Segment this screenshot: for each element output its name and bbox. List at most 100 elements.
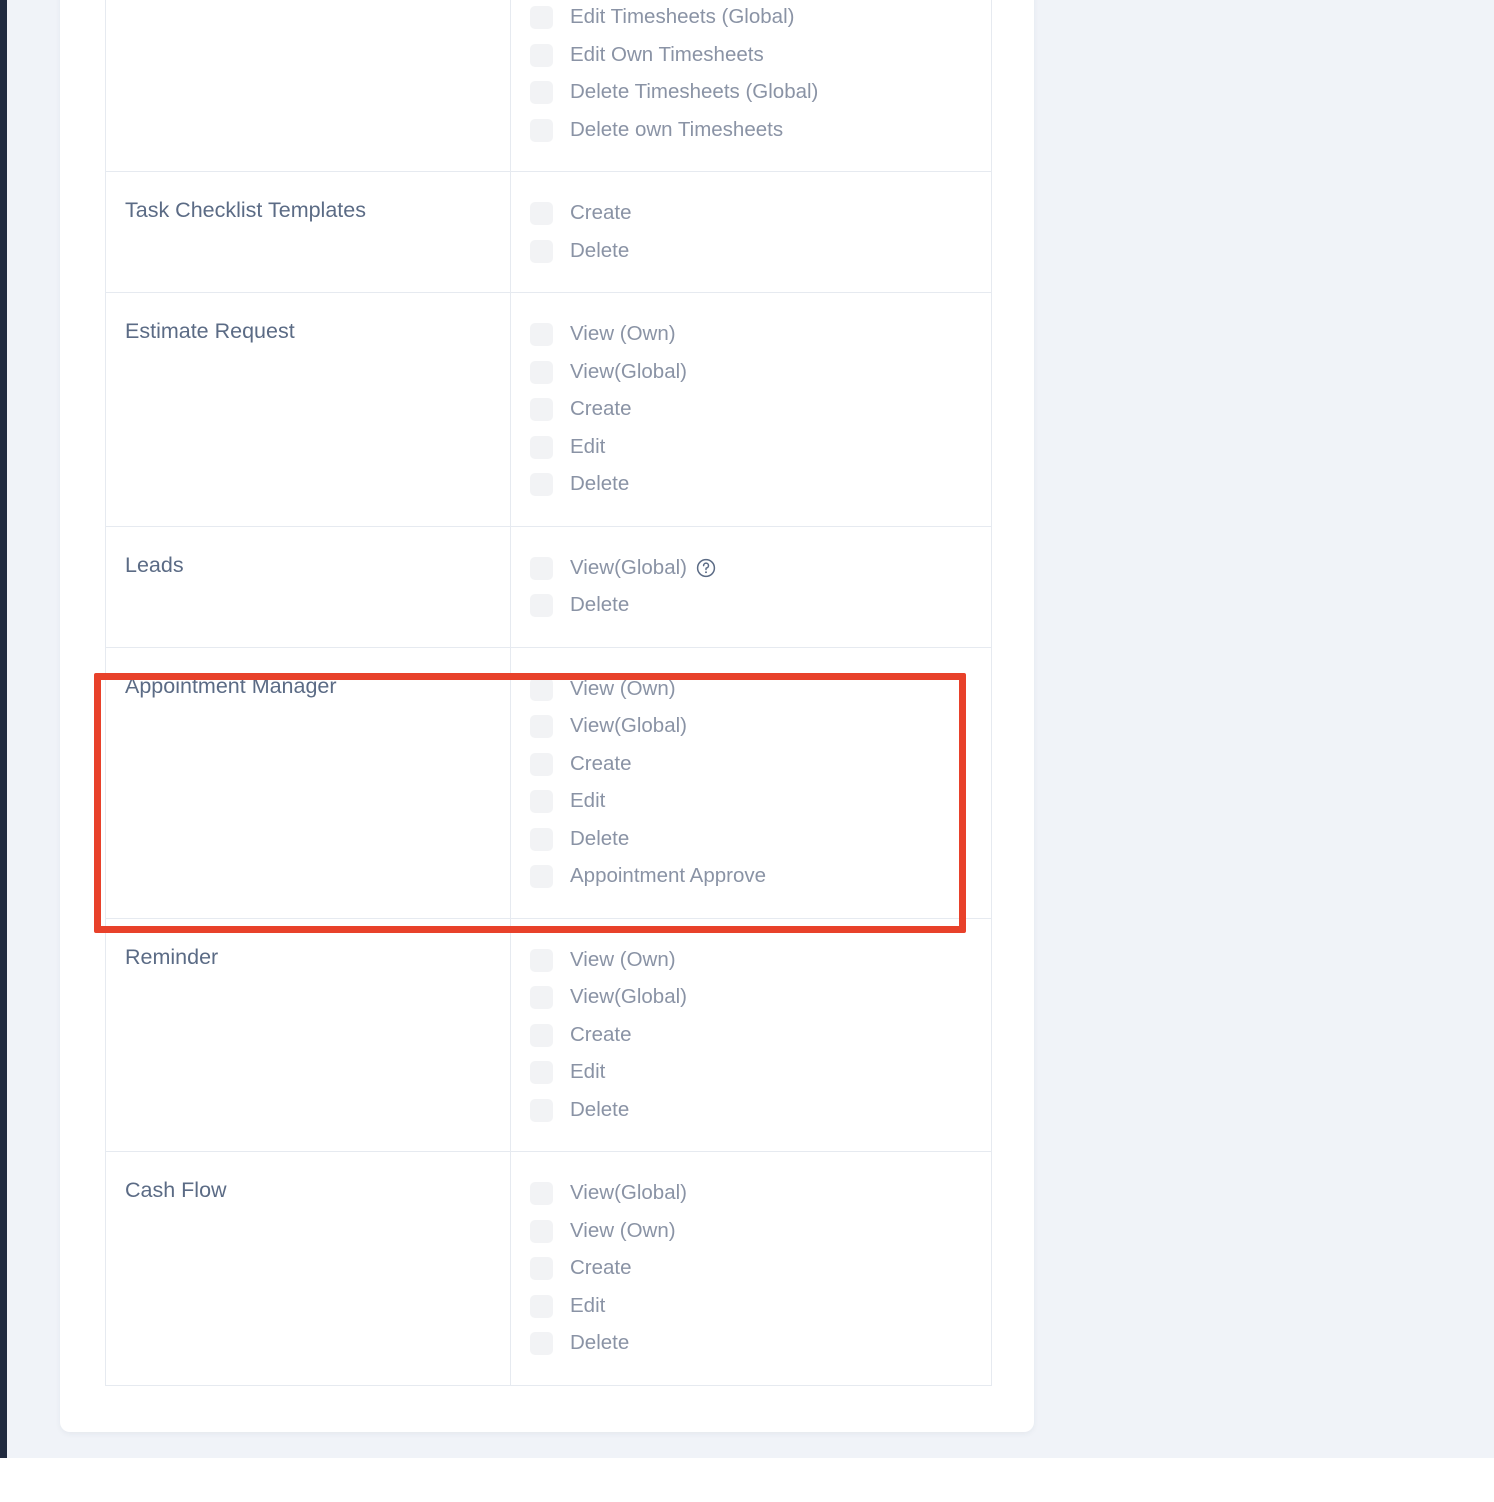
module-name-cell: Appointment Manager	[106, 647, 511, 918]
permissions-cell: View(Global) Delete	[511, 526, 992, 647]
permission-checkbox[interactable]	[530, 557, 553, 580]
permission-row: Delete own Timesheets	[530, 112, 991, 150]
permission-row: Edit	[530, 1288, 991, 1326]
permission-row: Delete	[530, 466, 991, 504]
permission-label: Delete	[570, 1098, 629, 1123]
module-name: Task Checklist Templates	[125, 198, 510, 224]
permission-label: View(Global)	[570, 360, 687, 385]
permission-row: Create	[530, 746, 991, 784]
permission-row: Create	[530, 391, 991, 429]
permissions-card: Edit Delete Edit Timesheets (Global) Edit O…	[60, 0, 1034, 1432]
permission-row: Edit Own Timesheets	[530, 37, 991, 75]
permission-label: Delete	[570, 827, 629, 852]
module-cell-inner: Appointment Manager	[106, 648, 510, 726]
help-circle-icon[interactable]	[696, 558, 716, 578]
module-name: Estimate Request	[125, 319, 510, 345]
permission-checkbox[interactable]	[530, 986, 553, 1009]
permission-label: View(Global)	[570, 985, 687, 1010]
permission-label: Edit Own Timesheets	[570, 43, 764, 68]
sidebar-rail	[0, 0, 7, 1458]
permission-checkbox[interactable]	[530, 202, 553, 225]
permission-checkbox[interactable]	[530, 790, 553, 813]
permission-checkbox[interactable]	[530, 119, 553, 142]
permission-checkbox[interactable]	[530, 398, 553, 421]
module-cell-inner: Estimate Request	[106, 293, 510, 371]
permissions-cell-inner: View (Own) View(Global) Create Edit Delete	[511, 919, 991, 1152]
permission-label: View (Own)	[570, 677, 676, 702]
permission-row: Edit	[530, 1054, 991, 1092]
permission-checkbox[interactable]	[530, 1099, 553, 1122]
permission-checkbox[interactable]	[530, 81, 553, 104]
permission-row: Create	[530, 1017, 991, 1055]
permission-checkbox[interactable]	[530, 436, 553, 459]
permission-checkbox[interactable]	[530, 1295, 553, 1318]
permission-label: View(Global)	[570, 1181, 687, 1206]
permission-row: View (Own)	[530, 316, 991, 354]
permission-checkbox[interactable]	[530, 1220, 553, 1243]
permission-checkbox[interactable]	[530, 1332, 553, 1355]
permissions-cell-inner: View(Global) Delete	[511, 527, 991, 647]
permission-label: View (Own)	[570, 948, 676, 973]
permission-row: Edit Timesheets (Global)	[530, 0, 991, 37]
permission-row: View(Global)	[530, 979, 991, 1017]
permission-label: Edit	[570, 435, 605, 460]
permissions-cell: CreateDelete	[511, 172, 992, 293]
permission-row: Create	[530, 195, 991, 233]
permission-label: Delete Timesheets (Global)	[570, 80, 818, 105]
permission-label: View(Global)	[570, 556, 687, 581]
table-row: Estimate Request View (Own) View(Global) Cr…	[106, 293, 992, 527]
table-row: Cash FlowView(Global)View (Own)CreateEdi…	[106, 1152, 992, 1386]
permission-label: Edit	[570, 1294, 605, 1319]
permission-checkbox[interactable]	[530, 6, 553, 29]
permission-checkbox[interactable]	[530, 44, 553, 67]
module-name-cell: Estimate Request	[106, 293, 511, 527]
permission-row: Delete	[530, 1092, 991, 1130]
table-row: Reminder View (Own) View(Global) Create Edit…	[106, 918, 992, 1152]
module-name-cell	[106, 0, 511, 172]
permission-checkbox[interactable]	[530, 473, 553, 496]
permissions-cell-inner: CreateDelete	[511, 172, 991, 292]
module-name: Appointment Manager	[125, 674, 510, 700]
table-row: Task Checklist TemplatesCreateDelete	[106, 172, 992, 293]
permission-row: Edit	[530, 783, 991, 821]
permission-checkbox[interactable]	[530, 594, 553, 617]
module-name-cell: Task Checklist Templates	[106, 172, 511, 293]
permission-row: View (Own)	[530, 1213, 991, 1251]
permissions-table-body: Edit Delete Edit Timesheets (Global) Edit O…	[106, 0, 992, 1385]
permission-checkbox[interactable]	[530, 1257, 553, 1280]
permission-checkbox[interactable]	[530, 678, 553, 701]
permission-checkbox[interactable]	[530, 715, 553, 738]
permission-label: Delete	[570, 472, 629, 497]
module-name: Reminder	[125, 945, 510, 971]
permission-checkbox[interactable]	[530, 323, 553, 346]
permission-label: Delete	[570, 1331, 629, 1356]
permission-checkbox[interactable]	[530, 240, 553, 263]
module-name-cell: Reminder	[106, 918, 511, 1152]
permission-checkbox[interactable]	[530, 949, 553, 972]
permission-row: View (Own)	[530, 671, 991, 709]
permission-label: Create	[570, 201, 632, 226]
permissions-cell: View (Own) View(Global) Create Edit Delete	[511, 293, 992, 527]
permission-label: Create	[570, 752, 632, 777]
permission-checkbox[interactable]	[530, 361, 553, 384]
permission-label: Delete own Timesheets	[570, 118, 783, 143]
permission-row: View(Global)	[530, 708, 991, 746]
permissions-cell: View(Global)View (Own)CreateEditDelete	[511, 1152, 992, 1386]
permission-row: Delete	[530, 1325, 991, 1363]
table-row: Appointment Manager View (Own) View(Global…	[106, 647, 992, 918]
permission-checkbox[interactable]	[530, 1182, 553, 1205]
permissions-cell-inner: EditDeleteEdit Timesheets (Global)Edit O…	[511, 0, 991, 171]
permission-label: Edit Timesheets (Global)	[570, 5, 794, 30]
permission-checkbox[interactable]	[530, 1061, 553, 1084]
permission-row: Delete	[530, 587, 991, 625]
permission-checkbox[interactable]	[530, 753, 553, 776]
permission-checkbox[interactable]	[530, 828, 553, 851]
permission-checkbox[interactable]	[530, 1024, 553, 1047]
permission-label: Edit	[570, 1060, 605, 1085]
permission-label: Create	[570, 1023, 632, 1048]
module-name: Cash Flow	[125, 1178, 510, 1204]
permission-checkbox[interactable]	[530, 865, 553, 888]
module-cell-inner: Reminder	[106, 919, 510, 997]
permission-row: Appointment Approve	[530, 858, 991, 896]
permission-label: Create	[570, 397, 632, 422]
